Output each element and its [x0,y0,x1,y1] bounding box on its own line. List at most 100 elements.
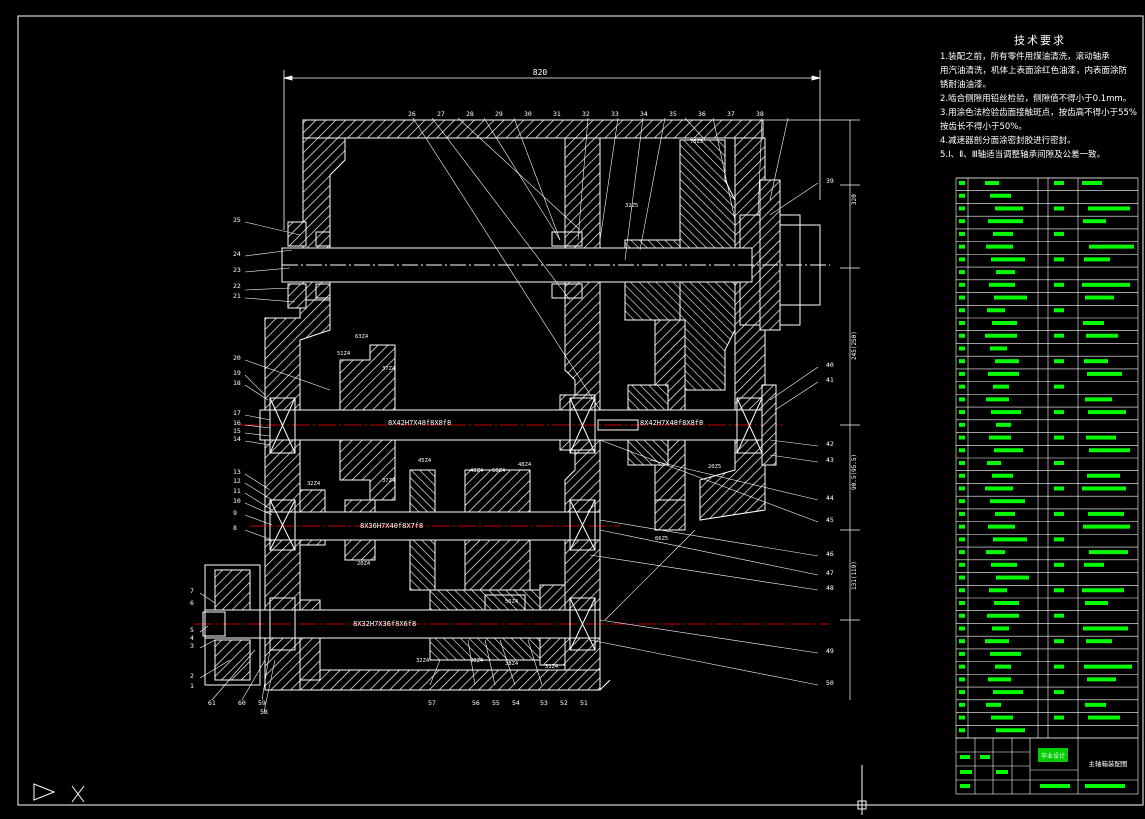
balloon-top: 26 [408,110,416,118]
balloon-bottom: 57 [428,699,436,707]
balloon-bottom: 59 [258,699,266,707]
gear-label: 50Z4 [470,658,484,664]
balloon-left: 2 [190,672,194,680]
ucs-icon [33,783,85,803]
balloon-bottom: 52 [560,699,568,707]
balloon-left: 5 [190,626,194,634]
note-line: 锈耐油油漆。 [940,80,992,90]
balloon-left: 11 [233,487,241,495]
balloon-right: 46 [826,550,834,558]
gear-label: 32Z4 [307,481,321,487]
shaft-3-label: 8X32H7X36f8X6f8 [353,620,416,628]
note-line: 3.用涂色法检验齿面接触斑点，按齿高不得小于55% [940,108,1138,118]
balloon-top: 32 [582,110,590,118]
gear-label: 37Z4 [382,366,396,372]
note-line: 1.装配之前，所有零件用煤油清洗，滚动轴承 [940,52,1110,62]
balloon-top: 27 [437,110,445,118]
cad-viewport[interactable]: 820 320 245(250) 90.5(95.5) 131(119) 25 … [0,0,1145,815]
balloon-top: 35 [669,110,677,118]
balloon-top: 37 [727,110,735,118]
balloon-right: 45 [826,516,834,524]
balloon-bottom: 54 [512,699,520,707]
balloon-left: 15 [233,427,241,435]
balloon-top: 38 [756,110,764,118]
balloon-left: 17 [233,409,241,417]
balloon-left: 9 [233,509,237,517]
gear-label: 63Z4 [355,334,369,340]
balloon-left: 4 [190,634,194,642]
gear-label: 75Z5 [690,139,703,145]
balloon-bottom: 55 [492,699,500,707]
note-line: 5.Ⅰ、Ⅱ、Ⅲ轴适当调整轴承间隙及公差一致。 [940,150,1106,160]
balloon-left: 16 [233,419,241,427]
gear-label: 37Z4 [382,478,396,484]
balloon-left: 18 [233,379,241,387]
shaft-1b-label: 8X42H7X48f8X8f8 [640,419,703,427]
gear-label: 56Z4 [505,599,519,605]
balloon-bottom: 60 [238,699,246,707]
gear-label: 31Z4 [545,664,559,670]
balloon-bottom: 58 [260,708,268,716]
balloon-right: 50 [826,679,834,687]
parts-list-table [955,177,1139,739]
note-line: 4.减速器剖分面涂密封胶进行密封。 [940,136,1076,146]
crosshair-cursor [812,765,912,815]
gear-label: 45Z4 [418,458,432,464]
balloon-left: 7 [190,587,194,595]
balloon-bottom: 61 [208,699,216,707]
gear-label: 20Z5 [708,464,721,470]
balloon-left: 12 [233,477,241,485]
balloon-right: 40 [826,361,834,369]
balloon-bottom: 51 [580,699,588,707]
balloon-top: 33 [611,110,619,118]
gear-label: 48Z4 [518,462,532,468]
title-stamp: 毕业设计 [1041,752,1065,760]
balloon-top: 28 [466,110,474,118]
balloon-right: 47 [826,569,834,577]
balloon-left: 19 [233,369,241,377]
balloon-left: 22 [233,282,241,290]
balloon-left: 20 [233,354,241,362]
balloon-left: 23 [233,266,241,274]
drawing-name: 主轴箱装配图 [1089,759,1128,768]
balloon-top: 36 [698,110,706,118]
balloon-left: 21 [233,292,241,300]
gear-label: 60Z4 [492,468,506,474]
note-line: 用汽油清洗，机体上表面涂红色油漆，内表面涂防 [940,66,1128,76]
balloon-right: 44 [826,494,834,502]
gear-label: 32Z4 [416,658,430,664]
svg-text:320: 320 [851,194,858,205]
balloon-left: 6 [190,599,194,607]
balloon-left: 1 [190,682,194,690]
balloon-left: 25 [233,216,241,224]
balloon-left: 8 [233,524,237,532]
gear-label: 38Z4 [505,661,519,667]
balloon-right: 48 [826,584,834,592]
balloon-bottom: 56 [472,699,480,707]
overall-width-dimension: 820 [533,68,548,77]
vertical-dimension-values: 320 245(250) 90.5(95.5) 131(119) [851,194,858,590]
balloon-bottom: 53 [540,699,548,707]
gear-label: 40Z4 [470,468,484,474]
balloon-right: 42 [826,440,834,448]
balloon-top: 29 [495,110,503,118]
balloon-left: 14 [233,435,241,443]
technical-requirements: 技术要求 1.装配之前，所有零件用煤油清洗，滚动轴承 用汽油清洗，机体上表面涂红… [940,34,1140,162]
svg-text:131(119): 131(119) [851,561,858,590]
shaft-2-label: 8X36H7X40f8X7f8 [360,522,423,530]
balloon-right: 43 [826,456,834,464]
balloon-left: 10 [233,497,241,505]
balloon-left: 3 [190,642,194,650]
note-line: 按齿长不得小于50%。 [940,122,1027,132]
balloon-top: 34 [640,110,648,118]
balloon-top: 30 [524,110,532,118]
svg-text:90.5(95.5): 90.5(95.5) [851,454,858,490]
technical-requirements-title: 技术要求 [1014,34,1066,47]
gear-label: 66Z5 [655,536,668,542]
note-line: 2.啮合侧隙用铅丝检验，侧隙值不得小于0.1mm。 [940,94,1132,104]
svg-text:245(250): 245(250) [851,331,858,360]
gear-label: 32Z5 [625,203,638,209]
balloon-left: 24 [233,250,241,258]
shaft-1-label: 8X42H7X48f8X8f8 [388,419,451,427]
balloon-top: 31 [553,110,561,118]
